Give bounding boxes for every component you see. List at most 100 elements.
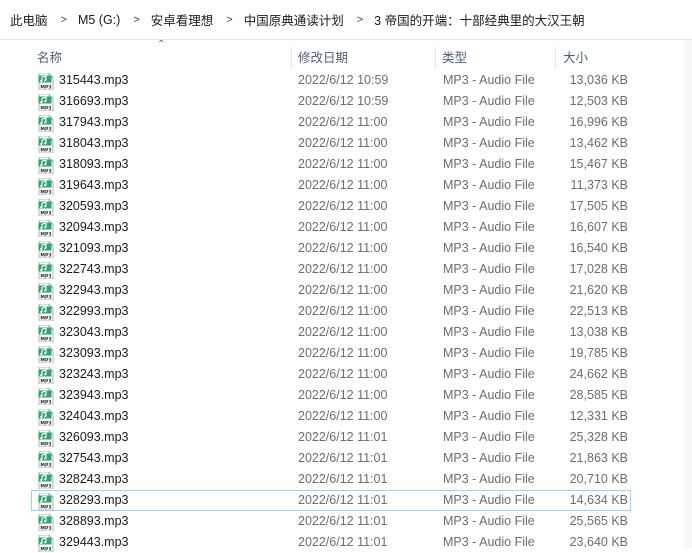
column-header-type[interactable]: 类型 <box>442 47 467 69</box>
file-type: MP3 - Audio File <box>443 94 535 108</box>
file-name: 316693.mp3 <box>59 94 129 108</box>
file-name: 322743.mp3 <box>59 262 129 276</box>
file-name: 323093.mp3 <box>59 346 129 360</box>
file-modified-date: 2022/6/12 11:01 <box>298 472 388 486</box>
svg-text:MP3: MP3 <box>40 253 51 258</box>
mp3-file-icon: MP3 <box>38 73 54 90</box>
column-header-size[interactable]: 大小 <box>563 47 588 69</box>
file-row[interactable]: MP3 319643.mp3 2022/6/12 11:00 MP3 - Audio … <box>31 175 631 196</box>
file-name: 317943.mp3 <box>59 115 129 129</box>
column-divider[interactable] <box>435 47 436 69</box>
file-row[interactable]: MP3 323043.mp3 2022/6/12 11:00 MP3 - Audio … <box>31 322 631 343</box>
file-name: 321093.mp3 <box>59 241 129 255</box>
file-modified-date: 2022/6/12 11:00 <box>298 115 388 129</box>
breadcrumb-folder-1[interactable]: 安卓看理想 <box>149 10 216 29</box>
file-row[interactable]: MP3 318043.mp3 2022/6/12 11:00 MP3 - Audio … <box>31 133 631 154</box>
svg-text:MP3: MP3 <box>40 505 51 510</box>
file-size: 12,331 KB <box>569 409 628 423</box>
chevron-right-icon[interactable]: > <box>50 14 76 26</box>
file-type: MP3 - Audio File <box>443 493 535 507</box>
file-size: 23,640 KB <box>569 535 628 549</box>
file-modified-date: 2022/6/12 11:00 <box>298 346 388 360</box>
file-name: 318093.mp3 <box>59 157 129 171</box>
file-modified-date: 2022/6/12 11:00 <box>298 283 388 297</box>
file-row[interactable]: MP3 328293.mp3 2022/6/12 11:01 MP3 - Audio … <box>31 490 631 511</box>
file-row[interactable]: MP3 323243.mp3 2022/6/12 11:00 MP3 - Audio … <box>31 364 631 385</box>
column-header-bar: 名称 修改日期 类型 大小 <box>0 47 692 69</box>
file-size: 13,036 KB <box>569 73 628 87</box>
breadcrumb-drive[interactable]: M5 (G:) <box>76 13 122 27</box>
file-row[interactable]: MP3 327543.mp3 2022/6/12 11:01 MP3 - Audio … <box>31 448 631 469</box>
svg-text:MP3: MP3 <box>40 295 51 300</box>
file-row[interactable]: MP3 326093.mp3 2022/6/12 11:01 MP3 - Audio … <box>31 427 631 448</box>
vertical-scrollbar[interactable] <box>684 40 692 548</box>
file-modified-date: 2022/6/12 11:00 <box>298 136 388 150</box>
file-name: 326093.mp3 <box>59 430 129 444</box>
svg-text:MP3: MP3 <box>40 337 51 342</box>
file-modified-date: 2022/6/12 11:00 <box>298 367 388 381</box>
chevron-right-icon[interactable]: > <box>346 14 372 26</box>
file-name: 328293.mp3 <box>59 493 129 507</box>
column-divider[interactable] <box>291 47 292 69</box>
file-row[interactable]: MP3 321093.mp3 2022/6/12 11:00 MP3 - Audio … <box>31 238 631 259</box>
column-header-name[interactable]: 名称 <box>37 47 62 69</box>
file-row[interactable]: MP3 323093.mp3 2022/6/12 11:00 MP3 - Audio … <box>31 343 631 364</box>
file-row[interactable]: MP3 328893.mp3 2022/6/12 11:01 MP3 - Audio … <box>31 511 631 532</box>
breadcrumb-this-pc[interactable]: 此电脑 <box>8 10 50 29</box>
file-row[interactable]: MP3 316693.mp3 2022/6/12 10:59 MP3 - Audio … <box>31 91 631 112</box>
file-row[interactable]: MP3 328243.mp3 2022/6/12 11:01 MP3 - Audio … <box>31 469 631 490</box>
file-type: MP3 - Audio File <box>443 157 535 171</box>
chevron-right-icon[interactable]: > <box>215 14 241 26</box>
breadcrumb-current-folder[interactable]: 3 帝国的开端：十部经典里的大汉王朝 <box>372 10 586 29</box>
mp3-file-icon: MP3 <box>38 535 54 552</box>
file-row[interactable]: MP3 323943.mp3 2022/6/12 11:00 MP3 - Audio … <box>31 385 631 406</box>
file-row[interactable]: MP3 317943.mp3 2022/6/12 11:00 MP3 - Audio … <box>31 112 631 133</box>
column-divider[interactable] <box>555 47 556 69</box>
file-type: MP3 - Audio File <box>443 388 535 402</box>
chevron-right-icon[interactable]: > <box>122 14 148 26</box>
file-row[interactable]: MP3 322943.mp3 2022/6/12 11:00 MP3 - Audio … <box>31 280 631 301</box>
file-modified-date: 2022/6/12 11:01 <box>298 514 388 528</box>
breadcrumb-folder-2[interactable]: 中国原典通读计划 <box>242 10 346 29</box>
svg-text:MP3: MP3 <box>40 442 51 447</box>
svg-text:MP3: MP3 <box>40 379 51 384</box>
mp3-file-icon: MP3 <box>38 325 54 342</box>
file-name: 327543.mp3 <box>59 451 129 465</box>
file-type: MP3 - Audio File <box>443 409 535 423</box>
svg-text:MP3: MP3 <box>40 148 51 153</box>
file-type: MP3 - Audio File <box>443 346 535 360</box>
file-name: 320593.mp3 <box>59 199 129 213</box>
file-type: MP3 - Audio File <box>443 451 535 465</box>
file-row[interactable]: MP3 320943.mp3 2022/6/12 11:00 MP3 - Audio … <box>31 217 631 238</box>
file-size: 25,565 KB <box>569 514 628 528</box>
file-modified-date: 2022/6/12 11:00 <box>298 388 388 402</box>
mp3-file-icon: MP3 <box>38 493 54 510</box>
file-modified-date: 2022/6/12 11:01 <box>298 493 388 507</box>
mp3-file-icon: MP3 <box>38 430 54 447</box>
file-row[interactable]: MP3 322993.mp3 2022/6/12 11:00 MP3 - Audio … <box>31 301 631 322</box>
file-size: 13,038 KB <box>569 325 628 339</box>
file-modified-date: 2022/6/12 11:01 <box>298 430 388 444</box>
file-size: 11,373 KB <box>570 178 628 192</box>
file-size: 28,585 KB <box>569 388 628 402</box>
file-row[interactable]: MP3 324043.mp3 2022/6/12 11:00 MP3 - Audio … <box>31 406 631 427</box>
address-bar[interactable]: 此电脑 > M5 (G:) > 安卓看理想 > 中国原典通读计划 > 3 帝国的… <box>0 0 692 40</box>
file-modified-date: 2022/6/12 11:00 <box>298 157 388 171</box>
file-modified-date: 2022/6/12 11:01 <box>298 535 388 549</box>
file-size: 14,634 KB <box>569 493 628 507</box>
column-header-date[interactable]: 修改日期 <box>298 47 348 69</box>
file-row[interactable]: MP3 318093.mp3 2022/6/12 11:00 MP3 - Audio … <box>31 154 631 175</box>
file-row[interactable]: MP3 329443.mp3 2022/6/12 11:01 MP3 - Audio … <box>31 532 631 553</box>
svg-text:MP3: MP3 <box>40 400 51 405</box>
file-modified-date: 2022/6/12 11:00 <box>298 241 388 255</box>
mp3-file-icon: MP3 <box>38 451 54 468</box>
file-name: 315443.mp3 <box>59 73 129 87</box>
file-type: MP3 - Audio File <box>443 115 535 129</box>
mp3-file-icon: MP3 <box>38 346 54 363</box>
file-row[interactable]: MP3 322743.mp3 2022/6/12 11:00 MP3 - Audio … <box>31 259 631 280</box>
file-row[interactable]: MP3 315443.mp3 2022/6/12 10:59 MP3 - Audio … <box>31 70 631 91</box>
file-type: MP3 - Audio File <box>443 199 535 213</box>
file-row[interactable]: MP3 320593.mp3 2022/6/12 11:00 MP3 - Audio … <box>31 196 631 217</box>
svg-text:MP3: MP3 <box>40 211 51 216</box>
mp3-file-icon: MP3 <box>38 472 54 489</box>
